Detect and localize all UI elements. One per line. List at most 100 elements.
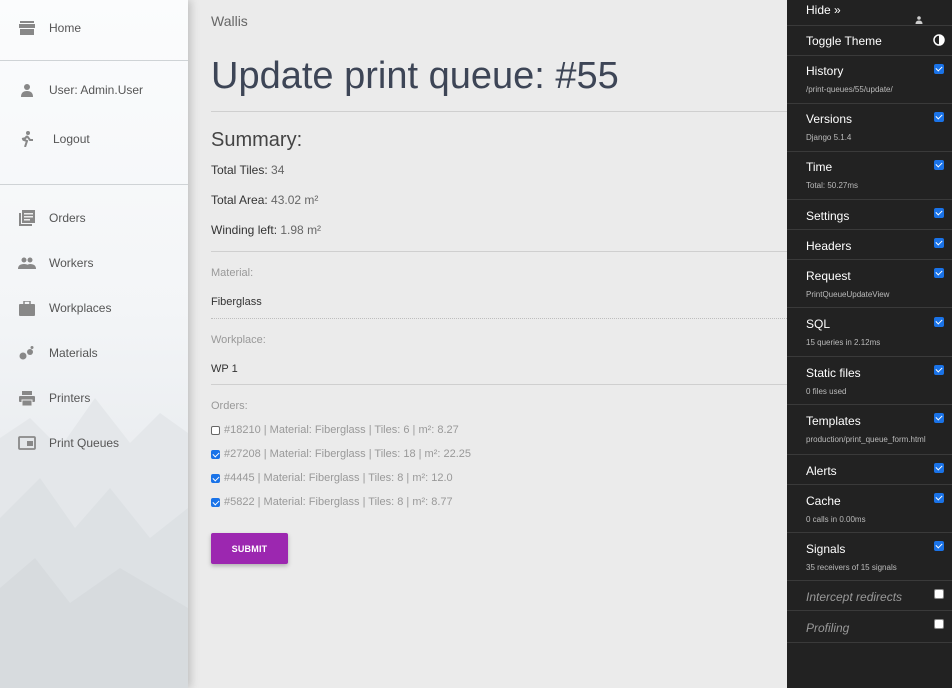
panel-title: SQL [806,317,831,331]
sidebar-item-materials[interactable]: Materials [0,335,188,371]
sidebar-item-label: User: Admin.User [49,83,144,97]
panel-title: Static files [806,366,861,380]
panel-title: Settings [806,209,850,223]
panel-subtitle: production/print_queue_form.html [806,435,926,444]
sidebar-item-printers[interactable]: Printers [0,380,188,416]
panel-toggle-checkbox[interactable] [934,365,944,375]
panel-title: Alerts [806,464,837,478]
sidebar-item-label: Printers [49,391,91,405]
panel-versions[interactable]: Versions Django 5.1.4 [787,104,952,152]
panel-toggle-checkbox[interactable] [934,541,944,551]
panel-request[interactable]: Request PrintQueueUpdateView [787,260,952,308]
order-text: #4445 | Material: Fiberglass | Tiles: 8 … [224,472,453,484]
panel-toggle-checkbox[interactable] [934,589,944,599]
winding-left: Winding left: 1.98 m² [211,223,321,237]
panel-title: Profiling [806,621,850,635]
panel-toggle-checkbox[interactable] [934,160,944,170]
order-item[interactable]: #4445 | Material: Fiberglass | Tiles: 8 … [211,471,453,485]
panel-title: Intercept redirects [806,590,903,604]
order-item[interactable]: #18210 | Material: Fiberglass | Tiles: 6… [211,423,459,437]
panel-alerts[interactable]: Alerts [787,455,952,485]
winding-left-label: Winding left: [211,223,278,237]
panel-toggle-checkbox[interactable] [934,112,944,122]
submit-button[interactable]: SUBMIT [211,533,288,564]
panel-subtitle: /print-queues/55/update/ [806,85,893,94]
hide-toolbar-button[interactable]: Hide » [787,0,952,26]
sidebar-item-label: Home [49,21,82,35]
workplace-underline [211,384,787,385]
sidebar-item-workplaces[interactable]: Workplaces [0,290,188,326]
sidebar-item-label: Workers [49,256,94,270]
order-text: #5822 | Material: Fiberglass | Tiles: 8 … [224,496,453,508]
panel-toggle-checkbox[interactable] [934,238,944,248]
workplace-label: Workplace: [211,334,266,346]
panel-title: Request [806,269,851,283]
panel-title: Headers [806,239,852,253]
panel-headers[interactable]: Headers [787,230,952,260]
page-title: Update print queue: #55 [211,55,619,97]
toggle-theme-button[interactable]: Toggle Theme [787,26,952,56]
sidebar-item-print-queues[interactable]: Print Queues [0,425,188,461]
panel-subtitle: Total: 50.27ms [806,181,859,190]
winding-left-value: 1.98 m² [280,223,322,237]
brand-name: Wallis [211,13,248,29]
debug-toolbar: Hide » Toggle Theme History /print-queue… [787,0,952,688]
panel-time[interactable]: Time Total: 50.27ms [787,152,952,200]
printer-icon [18,389,36,407]
panel-toggle-checkbox[interactable] [934,413,944,423]
order-text: #18210 | Material: Fiberglass | Tiles: 6… [224,424,459,436]
sidebar-item-label: Workplaces [49,301,112,315]
panel-toggle-checkbox[interactable] [934,493,944,503]
bubbles-icon [18,344,36,362]
panel-title: History [806,64,844,78]
panel-profiling[interactable]: Profiling [787,611,952,643]
order-checkbox[interactable] [211,425,220,435]
sidebar-item-label: Logout [53,132,90,146]
order-checkbox[interactable] [211,449,220,459]
sidebar-item-label: Print Queues [49,436,120,450]
sidebar-item-home[interactable]: Home [0,10,188,46]
sidebar-item-label: Materials [49,346,98,360]
toggle-theme-label: Toggle Theme [806,34,882,48]
panel-subtitle: Django 5.1.4 [806,133,852,142]
panel-signals[interactable]: Signals 35 receivers of 15 signals [787,533,952,581]
sidebar-item-workers[interactable]: Workers [0,245,188,281]
panel-intercept-redirects[interactable]: Intercept redirects [787,581,952,611]
sidebar-item-orders[interactable]: Orders [0,200,188,236]
panel-toggle-checkbox[interactable] [934,208,944,218]
order-item[interactable]: #5822 | Material: Fiberglass | Tiles: 8 … [211,495,453,509]
total-area-value: 43.02 m² [271,193,319,207]
panel-title: Cache [806,494,841,508]
panel-toggle-checkbox[interactable] [934,619,944,629]
sidebar-item-logout[interactable]: Logout [0,121,188,157]
panel-history[interactable]: History /print-queues/55/update/ [787,56,952,104]
panel-toggle-checkbox[interactable] [934,268,944,278]
total-tiles-label: Total Tiles: [211,163,268,177]
panel-settings[interactable]: Settings [787,200,952,230]
panel-static-files[interactable]: Static files 0 files used [787,357,952,405]
order-text: #27208 | Material: Fiberglass | Tiles: 1… [224,448,472,460]
total-area: Total Area: 43.02 m² [211,193,318,207]
panel-sql[interactable]: SQL 15 queries in 2.12ms [787,308,952,357]
panel-subtitle: 0 calls in 0.00ms [806,515,866,524]
sidebar-divider [0,60,188,61]
panel-toggle-checkbox[interactable] [934,463,944,473]
panel-templates[interactable]: Templates production/print_queue_form.ht… [787,405,952,455]
panel-toggle-checkbox[interactable] [934,317,944,327]
person-icon [915,16,923,24]
order-checkbox[interactable] [211,473,220,483]
panel-cache[interactable]: Cache 0 calls in 0.00ms [787,485,952,533]
order-item[interactable]: #27208 | Material: Fiberglass | Tiles: 1… [211,447,471,461]
total-area-label: Total Area: [211,193,268,207]
panel-toggle-checkbox[interactable] [934,64,944,74]
hide-label: Hide » [806,3,841,17]
panel-title: Time [806,160,833,174]
contrast-icon [933,34,945,46]
panel-subtitle: 15 queries in 2.12ms [806,338,881,347]
material-select[interactable]: Fiberglass [211,296,262,308]
sidebar-item-user[interactable]: User: Admin.User [0,72,188,108]
workplace-select[interactable]: WP 1 [211,363,238,375]
panel-title: Signals [806,542,846,556]
order-checkbox[interactable] [211,497,220,507]
panel-subtitle: 35 receivers of 15 signals [806,563,897,572]
